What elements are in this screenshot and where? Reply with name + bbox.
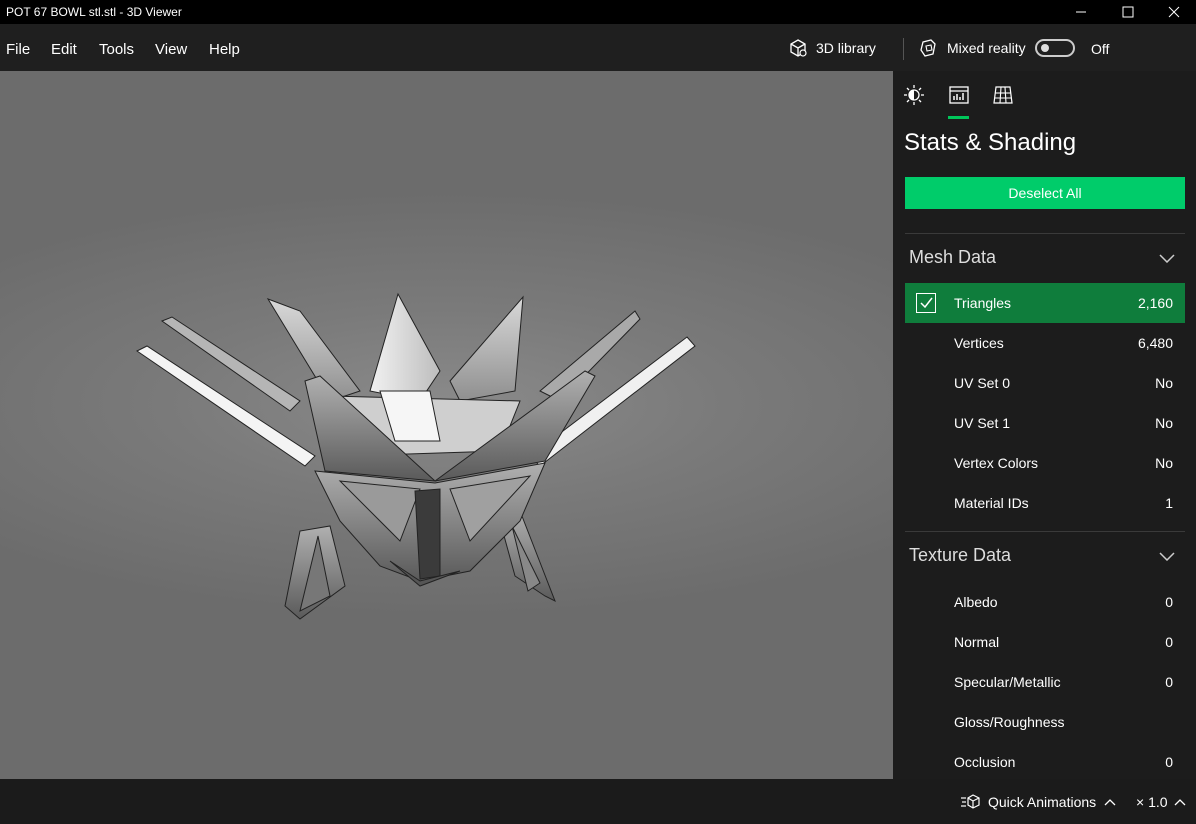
section-divider (905, 531, 1185, 532)
tab-grid[interactable] (991, 83, 1015, 107)
row-label: Albedo (954, 594, 998, 610)
mixed-reality-button[interactable]: Mixed reality (919, 24, 1026, 71)
row-label: Vertex Colors (954, 455, 1039, 471)
row-value: 0 (1165, 594, 1173, 610)
row-label: UV Set 1 (954, 415, 1011, 431)
menu-help[interactable]: Help (209, 24, 240, 71)
chevron-up-icon (1174, 798, 1185, 805)
mixed-reality-label: Mixed reality (947, 39, 1026, 56)
bowl-model (136, 292, 696, 620)
menu-tools[interactable]: Tools (99, 24, 134, 71)
cube-icon (790, 38, 807, 57)
menu-bar: File Edit Tools View Help 3D library Mix… (0, 24, 1196, 71)
toggle-knob (1041, 44, 1049, 52)
menu-view[interactable]: View (155, 24, 187, 71)
maximize-icon (1122, 6, 1134, 18)
row-value: No (1155, 455, 1173, 471)
mesh-row-uv-set-1[interactable]: UV Set 1 No (905, 403, 1185, 443)
chevron-up-icon (1104, 798, 1116, 805)
quick-animations-button[interactable]: Quick Animations (960, 779, 1116, 824)
row-label: Triangles (954, 295, 1012, 311)
row-label: Vertices (954, 335, 1004, 351)
texture-row-albedo[interactable]: Albedo 0 (905, 582, 1185, 622)
texture-row-gloss-roughness[interactable]: Gloss/Roughness (905, 702, 1185, 742)
tab-stats[interactable] (947, 83, 971, 107)
mixed-reality-toggle[interactable] (1035, 39, 1075, 57)
row-label: UV Set 0 (954, 375, 1011, 391)
mesh-row-uv-set-0[interactable]: UV Set 0 No (905, 363, 1185, 403)
minimize-icon (1076, 11, 1086, 13)
stats-panel: Stats & Shading Deselect All Mesh Data T… (893, 71, 1196, 779)
panel-title: Stats & Shading (904, 129, 1077, 156)
chevron-down-icon[interactable] (1159, 253, 1175, 263)
window-title: POT 67 BOWL stl.stl - 3D Viewer (6, 5, 182, 19)
row-value: 0 (1165, 754, 1173, 770)
texture-row-occlusion[interactable]: Occlusion 0 (905, 742, 1185, 779)
stats-icon (949, 86, 969, 104)
checkbox-checked[interactable] (916, 293, 936, 313)
speed-button[interactable]: × 1.0 (1136, 779, 1186, 824)
close-button[interactable] (1151, 0, 1196, 24)
3d-library-label: 3D library (816, 39, 876, 56)
menu-edit[interactable]: Edit (51, 24, 77, 71)
texture-data-header[interactable]: Texture Data (909, 545, 1011, 566)
row-value: No (1155, 375, 1173, 391)
close-icon (1168, 6, 1180, 18)
title-bar: POT 67 BOWL stl.stl - 3D Viewer (0, 0, 1196, 24)
maximize-button[interactable] (1105, 0, 1151, 24)
row-label: Material IDs (954, 495, 1029, 511)
chevron-down-icon[interactable] (1159, 551, 1175, 561)
3d-library-button[interactable]: 3D library (788, 24, 876, 71)
section-divider (905, 233, 1185, 234)
quick-animations-label: Quick Animations (988, 793, 1097, 810)
row-value: 0 (1165, 674, 1173, 690)
mixed-reality-state: Off (1091, 41, 1110, 57)
mesh-row-material-ids[interactable]: Material IDs 1 (905, 483, 1185, 523)
grid-icon (993, 86, 1013, 104)
mesh-row-triangles[interactable]: Triangles 2,160 (905, 283, 1185, 323)
row-value: No (1155, 415, 1173, 431)
3d-viewport[interactable] (0, 71, 893, 779)
mesh-row-vertices[interactable]: Vertices 6,480 (905, 323, 1185, 363)
lighting-icon (904, 85, 924, 105)
speed-label: × 1.0 (1136, 793, 1168, 810)
row-label: Occlusion (954, 754, 1016, 770)
check-icon (920, 297, 933, 309)
animation-icon (961, 793, 980, 809)
status-bar: Quick Animations × 1.0 (0, 779, 1196, 824)
row-label: Gloss/Roughness (954, 714, 1065, 730)
row-value: 0 (1165, 634, 1173, 650)
mesh-data-header[interactable]: Mesh Data (909, 247, 996, 268)
mesh-row-vertex-colors[interactable]: Vertex Colors No (905, 443, 1185, 483)
minimize-button[interactable] (1058, 0, 1104, 24)
tab-lighting[interactable] (902, 83, 926, 107)
row-label: Specular/Metallic (954, 674, 1061, 690)
row-value: 6,480 (1137, 335, 1173, 351)
row-value: 2,160 (1137, 295, 1173, 311)
texture-row-normal[interactable]: Normal 0 (905, 622, 1185, 662)
active-tab-indicator (948, 116, 969, 119)
deselect-all-button[interactable]: Deselect All (905, 177, 1185, 209)
menu-file[interactable]: File (6, 24, 30, 71)
menu-separator (903, 38, 904, 60)
row-label: Normal (954, 634, 1000, 650)
texture-row-specular-metallic[interactable]: Specular/Metallic 0 (905, 662, 1185, 702)
mixed-reality-icon (920, 38, 936, 57)
row-value: 1 (1165, 495, 1173, 511)
